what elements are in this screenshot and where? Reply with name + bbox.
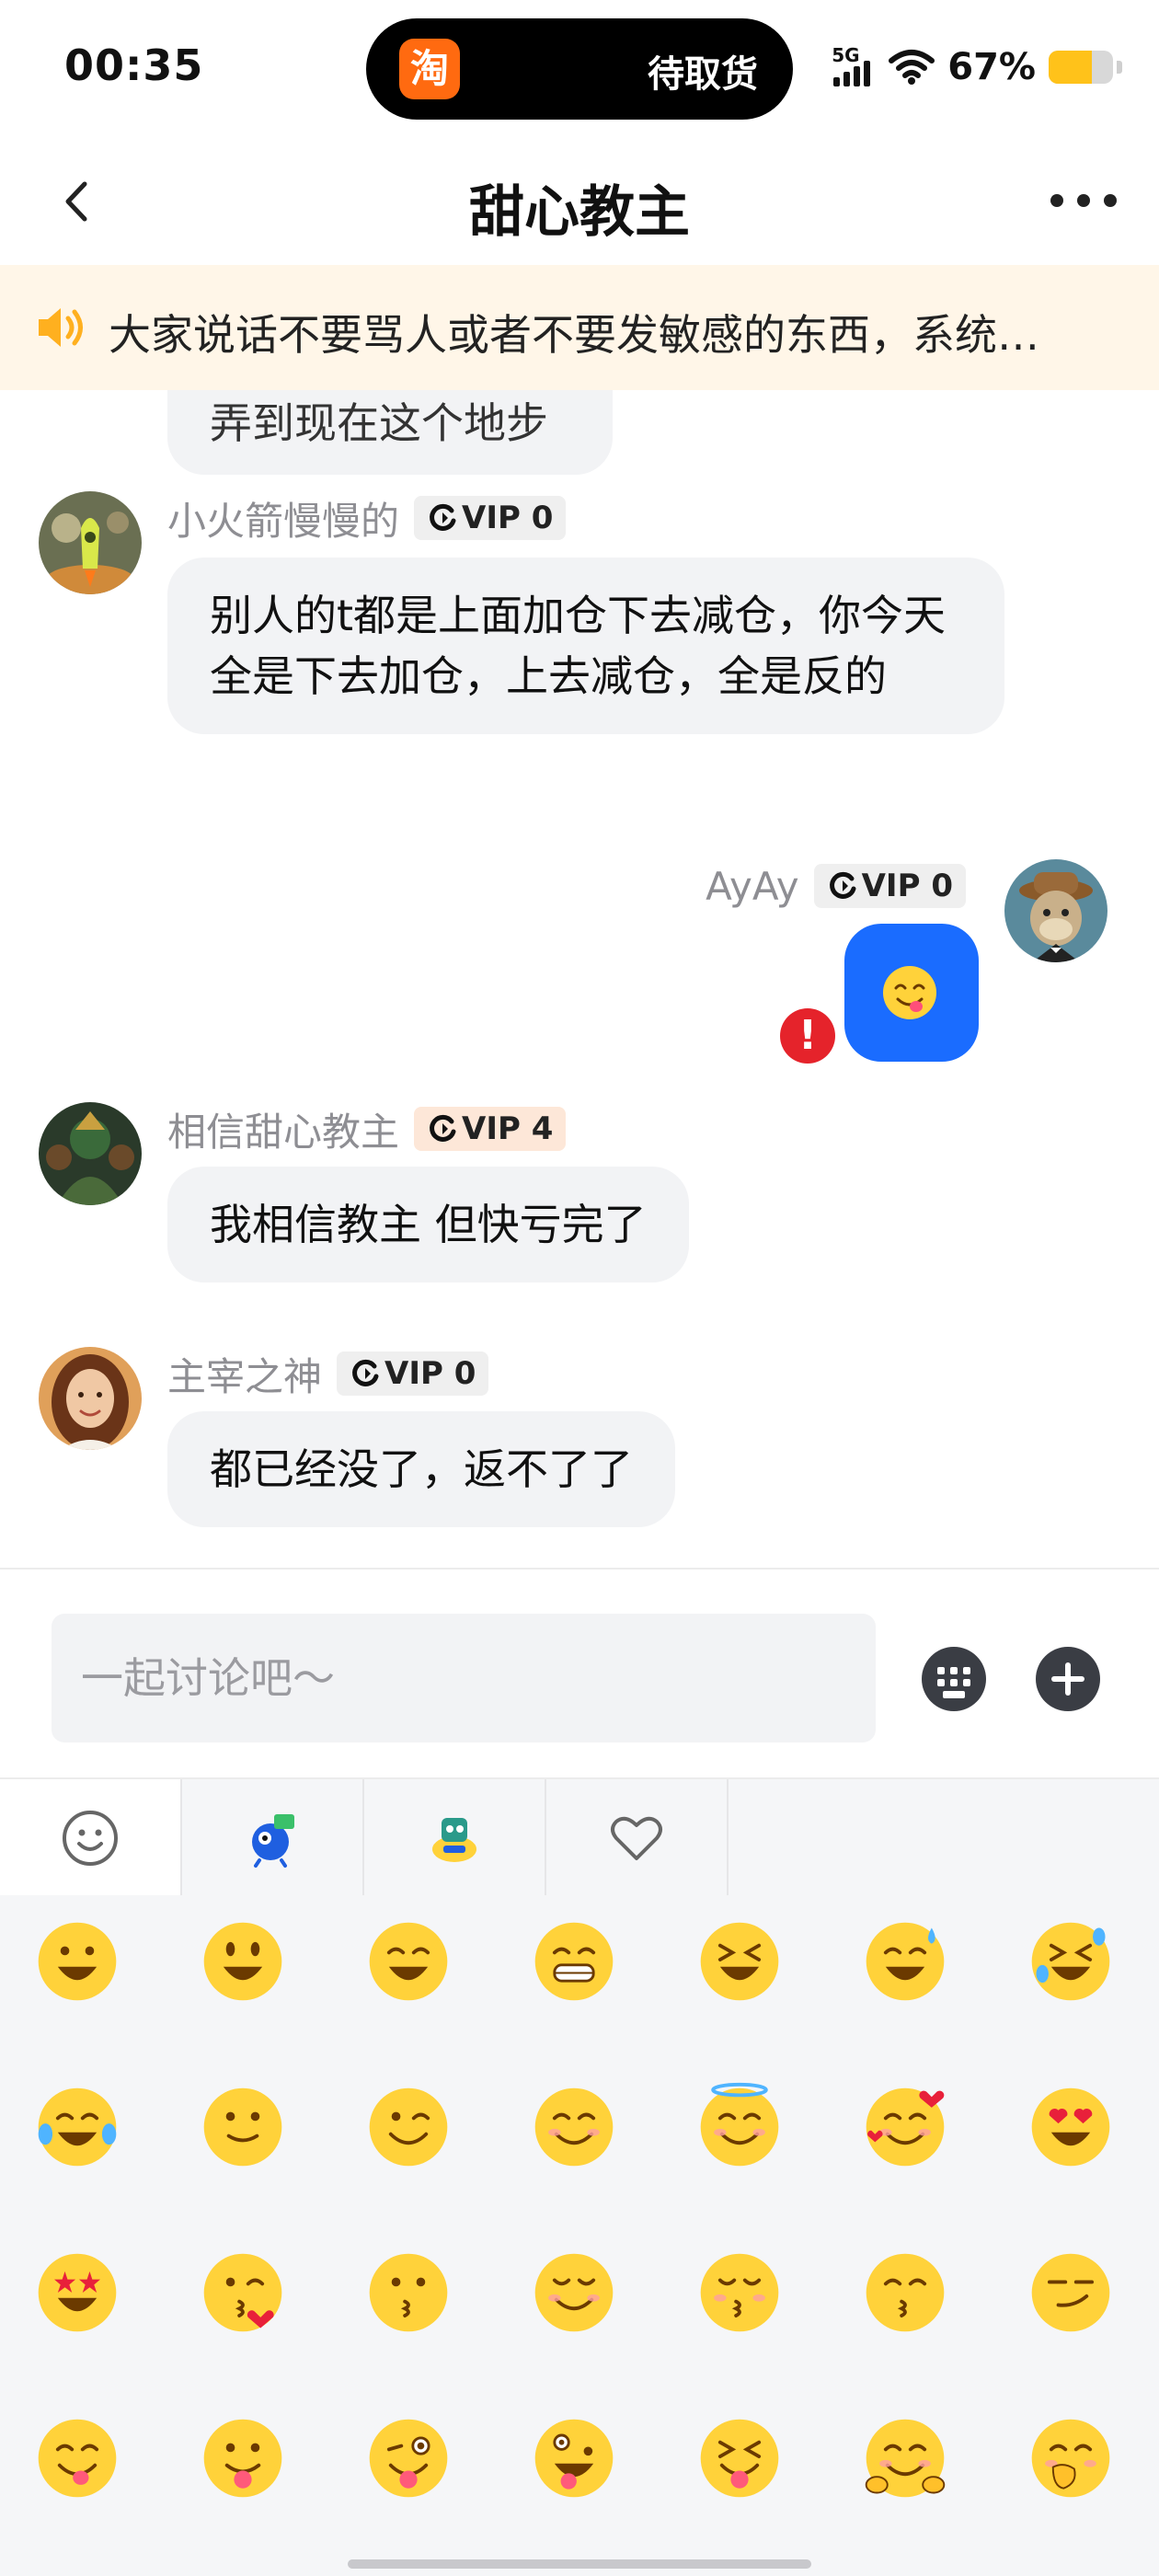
battery-icon — [1049, 51, 1113, 84]
vip-badge: VIP 0 — [337, 1351, 489, 1396]
emoji-smiley-icon[interactable] — [160, 1879, 326, 2044]
message-composer — [0, 1568, 1159, 1777]
sender-name[interactable]: 主宰之神 — [167, 1346, 322, 1402]
avatar-warrior[interactable] — [39, 1102, 142, 1205]
emoji-yum-icon[interactable] — [0, 2375, 160, 2541]
emoji-stuck-out-tongue-wink-icon[interactable] — [326, 2375, 491, 2541]
message-bubble[interactable]: 别人的t都是上面加仓下去减仓，你今天全是下去加仓，上去减仓，全是反的 — [167, 558, 1004, 734]
emoji-sweat-smile-icon[interactable] — [822, 1879, 988, 2044]
home-indicator — [348, 2559, 811, 2569]
message-input[interactable] — [52, 1614, 876, 1742]
vip-badge: VIP 0 — [813, 864, 966, 908]
emoji-grin-icon[interactable] — [491, 1879, 657, 2044]
emoji-kissing-smiling-eyes-icon[interactable] — [822, 2210, 988, 2375]
vip-label: VIP 0 — [384, 1355, 476, 1392]
emoji-kissing-icon[interactable] — [326, 2210, 491, 2375]
vip-level-icon — [352, 1359, 379, 1386]
vip-level-icon — [430, 503, 456, 531]
dynamic-island[interactable]: 淘 待取货 — [366, 18, 793, 120]
island-status-text: 待取货 — [648, 53, 758, 96]
battery-nub — [1117, 61, 1122, 74]
avatar-rocket[interactable] — [39, 491, 142, 594]
vip-level-icon — [829, 871, 856, 899]
emoji-heart-eyes-icon[interactable] — [988, 2044, 1153, 2210]
emoji-grinning-icon[interactable] — [0, 1879, 160, 2044]
vip-label: VIP 0 — [462, 500, 554, 536]
smiley-outline-icon — [63, 1811, 118, 1866]
vip-badge: VIP 0 — [414, 496, 567, 540]
sender-row: 相信甜心教主 VIP 4 — [167, 1106, 567, 1155]
emoji-relaxed-icon[interactable] — [491, 2210, 657, 2375]
emoji-rofl-icon[interactable] — [988, 1879, 1153, 2044]
emoji-tongue-icon[interactable] — [160, 2375, 326, 2541]
emoji-joy-icon[interactable] — [0, 2044, 160, 2210]
message-text: 都已经没了，返不了了 — [210, 1444, 633, 1494]
speaker-icon — [39, 308, 83, 347]
emoji-kissing-heart-icon[interactable] — [160, 2210, 326, 2375]
sender-row: 主宰之神 VIP 0 — [167, 1351, 489, 1399]
sender-name[interactable]: AyAy — [706, 864, 798, 909]
message-bubble[interactable]: 都已经没了，返不了了 — [167, 1411, 675, 1527]
more-options-icon[interactable] — [1050, 190, 1117, 212]
taobao-app-icon: 淘 — [399, 39, 460, 99]
wifi-icon — [889, 50, 935, 85]
battery-level-fill — [1049, 51, 1092, 84]
battery-percent: 67% — [947, 46, 1036, 88]
message-text: 别人的t都是上面加仓下去减仓，你今天全是下去加仓，上去减仓，全是反的 — [210, 591, 947, 701]
avatar-ape[interactable] — [1004, 859, 1107, 962]
message-bubble-self[interactable] — [844, 924, 979, 1062]
announcement-bar[interactable]: 大家说话不要骂人或者不要发敏感的东西，系统… — [0, 265, 1159, 390]
status-bar: 00:35 淘 待取货 5G 67% — [0, 0, 1159, 138]
page-title: 甜心教主 — [469, 180, 690, 245]
emoji-zany-icon[interactable] — [491, 2375, 657, 2541]
sender-row: AyAy VIP 0 — [706, 863, 966, 909]
emoji-hugging-icon[interactable] — [822, 2375, 988, 2541]
message-bubble-partial[interactable]: 弄到现在这个地步 — [167, 390, 613, 475]
emoji-smirk-icon[interactable] — [988, 2210, 1153, 2375]
emoji-panel-tabs — [0, 1777, 1159, 1897]
emoji-wink-icon[interactable] — [326, 2044, 491, 2210]
emoji-blush-icon[interactable] — [491, 2044, 657, 2210]
chat-message-list[interactable]: 弄到现在这个地步 小火箭慢慢的 VIP 0 别人的t都是上面加仓下去减仓，你今天… — [0, 390, 1159, 1568]
emoji-smile-icon[interactable] — [326, 1879, 491, 2044]
emoji-star-struck-icon[interactable] — [0, 2210, 160, 2375]
emoji-laughing-icon[interactable] — [657, 1879, 822, 2044]
message-text: 弄到现在这个地步 — [210, 398, 548, 448]
sticker-character-icon — [252, 1814, 294, 1868]
status-indicators: 5G 67% — [832, 44, 1122, 90]
sender-name[interactable]: 相信甜心教主 — [167, 1101, 399, 1157]
vip-label: VIP 0 — [861, 868, 953, 904]
yum-face-emoji-icon — [883, 966, 936, 1019]
keyboard-toggle-icon[interactable] — [922, 1647, 986, 1711]
vip-label: VIP 4 — [462, 1110, 554, 1147]
avatar-woman[interactable] — [39, 1347, 142, 1450]
emoji-smiling-hearts-icon[interactable] — [822, 2044, 988, 2210]
emoji-squinting-tongue-icon[interactable] — [657, 2375, 822, 2541]
emoji-kissing-closed-eyes-icon[interactable] — [657, 2210, 822, 2375]
sender-name[interactable]: 小火箭慢慢的 — [167, 490, 399, 546]
announcement-text: 大家说话不要骂人或者不要发敏感的东西，系统… — [109, 310, 1039, 360]
nav-bar: 甜心教主 — [0, 138, 1159, 267]
message-bubble[interactable]: 我相信教主 但快亏完了 — [167, 1167, 689, 1282]
heart-outline-icon — [611, 1816, 662, 1860]
clock: 00:35 — [64, 40, 204, 90]
emoji-hand-over-mouth-icon[interactable] — [988, 2375, 1153, 2541]
sticker-pack-icon — [432, 1818, 476, 1862]
sender-row: 小火箭慢慢的 VIP 0 — [167, 495, 567, 544]
add-attachment-icon[interactable] — [1036, 1647, 1100, 1711]
vip-badge: VIP 4 — [414, 1107, 567, 1151]
emoji-slightly-smiling-icon[interactable] — [160, 2044, 326, 2210]
send-failed-icon[interactable]: ! — [780, 1008, 835, 1064]
emoji-innocent-icon[interactable] — [657, 2044, 822, 2210]
emoji-grid — [0, 1895, 1159, 2576]
message-text: 我相信教主 但快亏完了 — [210, 1200, 647, 1249]
cellular-signal-icon: 5G — [832, 46, 876, 88]
vip-level-icon — [430, 1114, 456, 1142]
